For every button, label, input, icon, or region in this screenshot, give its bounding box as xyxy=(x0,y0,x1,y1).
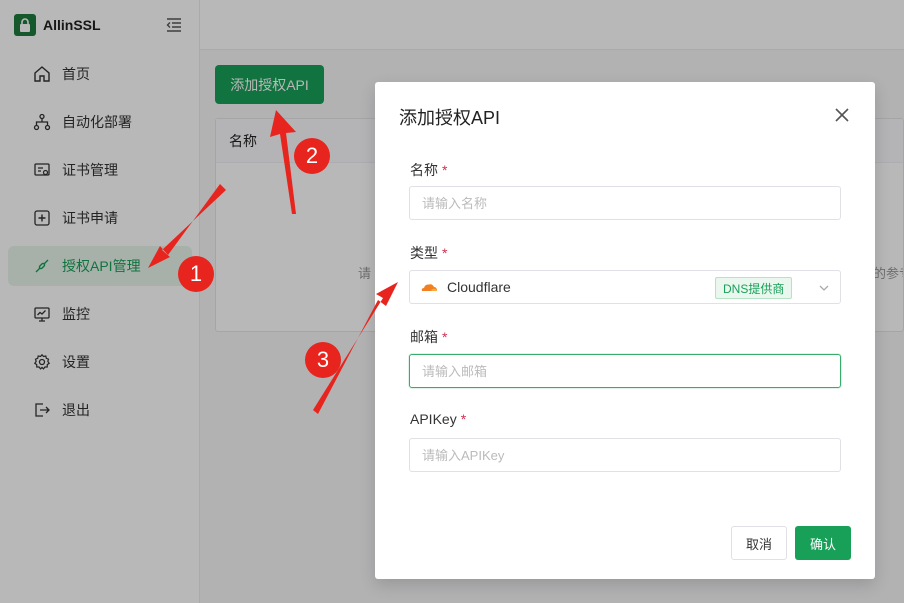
required-mark: * xyxy=(460,411,467,427)
type-label: 类型 * xyxy=(410,243,447,263)
name-label-text: 名称 xyxy=(410,162,438,178)
cloudflare-icon xyxy=(421,284,437,291)
apikey-label: APIKey * xyxy=(410,411,466,427)
apikey-label-text: APIKey xyxy=(410,411,457,427)
apikey-input[interactable] xyxy=(409,438,841,472)
type-select-value: Cloudflare xyxy=(447,279,511,295)
close-icon[interactable] xyxy=(834,107,850,123)
required-mark: * xyxy=(442,245,448,261)
add-api-modal: 添加授权API 名称* 类型* Cloudflare DNS提供商 邮箱* AP… xyxy=(375,82,875,579)
cancel-button[interactable]: 取消 xyxy=(731,526,787,560)
required-mark: * xyxy=(442,162,448,178)
type-label-text: 类型 xyxy=(410,245,438,261)
confirm-button[interactable]: 确认 xyxy=(795,526,851,560)
dns-provider-tag: DNS提供商 xyxy=(715,277,793,299)
annotation-badge-1: 1 xyxy=(178,256,214,292)
email-input[interactable] xyxy=(409,354,841,388)
modal-title: 添加授权API xyxy=(399,108,501,128)
chevron-down-icon[interactable] xyxy=(818,282,830,294)
annotation-badge-2: 2 xyxy=(294,138,330,174)
email-label-text: 邮箱 xyxy=(410,329,438,345)
type-select[interactable]: Cloudflare DNS提供商 xyxy=(409,270,841,304)
email-label: 邮箱 * xyxy=(410,327,447,347)
name-label: 名称 * xyxy=(410,160,447,180)
required-mark: * xyxy=(442,329,448,345)
name-input[interactable] xyxy=(409,186,841,220)
annotation-badge-3: 3 xyxy=(305,342,341,378)
